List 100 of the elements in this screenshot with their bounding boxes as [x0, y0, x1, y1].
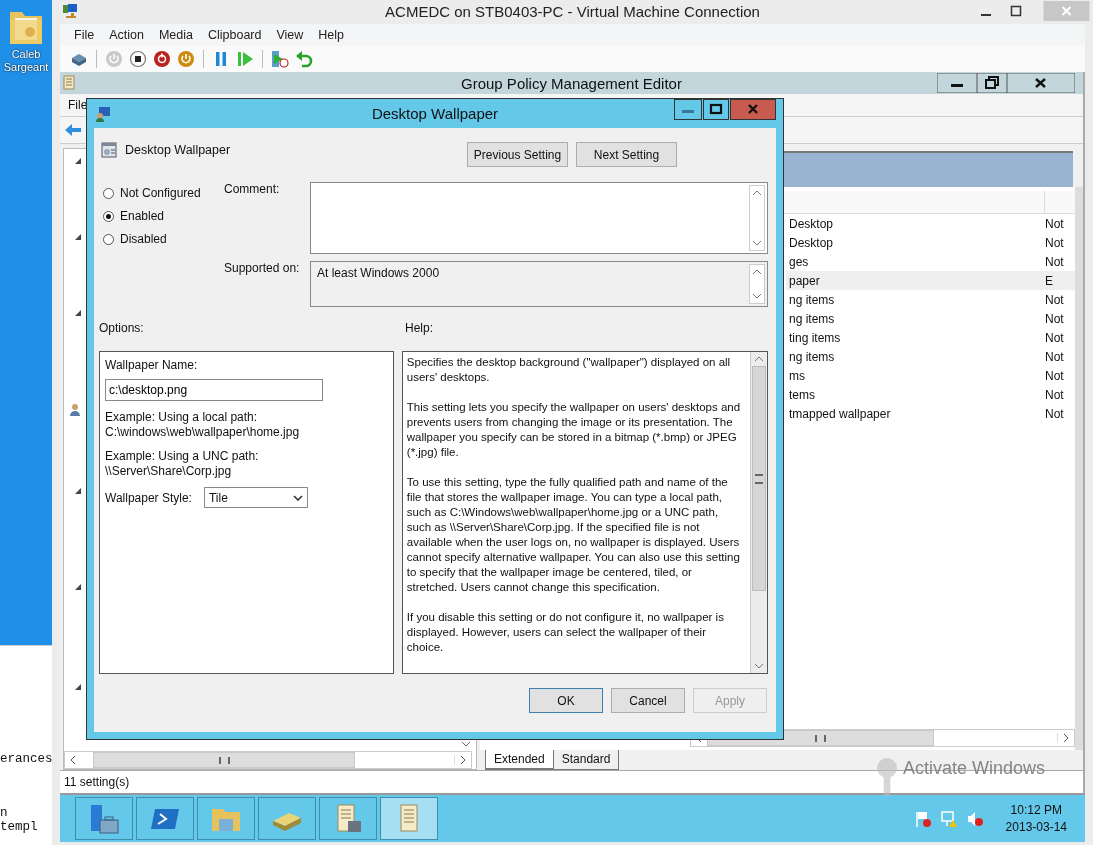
computer-user-icon: [95, 105, 111, 122]
status-text: 11 setting(s): [64, 775, 130, 789]
scroll-down-icon[interactable]: [461, 741, 471, 747]
back-arrow-icon[interactable]: [64, 123, 82, 137]
flag-icon[interactable]: [913, 809, 932, 828]
power-icon[interactable]: [177, 50, 195, 68]
field-label: Wallpaper Style:: [105, 490, 192, 505]
setting-row[interactable]: ng items Not: [786, 347, 1075, 366]
setting-name: paper: [788, 273, 821, 288]
taskbar-button[interactable]: [258, 797, 316, 840]
setting-name: ms: [788, 368, 806, 383]
radio-button[interactable]: [103, 187, 114, 199]
setting-row[interactable]: tems Not: [786, 385, 1075, 404]
setting-row[interactable]: ges Not: [786, 252, 1075, 271]
setting-name: tmapped wallpaper: [788, 406, 892, 421]
example-text: Example: Using a UNC path:: [105, 449, 260, 464]
help-paragraph: Specifies the desktop background ("wallpaper") displayed on all users' desktops.: [406, 355, 732, 385]
expander-icon[interactable]: [74, 683, 82, 691]
example-text: Example: Using a local path:: [105, 410, 259, 425]
setting-state: E: [1044, 273, 1054, 288]
example-text: C:\windows\web\wallpaper\home.jpg: [105, 425, 301, 440]
clock-time: 10:12 PM: [1010, 801, 1062, 819]
scroll-up-icon[interactable]: [752, 269, 762, 275]
setting-state: Not: [1044, 349, 1065, 364]
setting-state: Not: [1044, 254, 1065, 269]
scroll-up-icon[interactable]: [754, 356, 764, 362]
style-dropdown[interactable]: Tile: [203, 487, 308, 508]
clock[interactable]: 10:12 PM 2013-03-14: [1005, 801, 1067, 836]
setting-state: Not: [1044, 368, 1065, 383]
computer-icon: [62, 3, 78, 19]
menu-item[interactable]: File: [74, 28, 95, 42]
setting-state: Not: [1044, 292, 1065, 307]
background-text: n templ: [0, 806, 39, 834]
radio-button[interactable]: [103, 210, 114, 222]
expander-icon[interactable]: [74, 157, 82, 165]
menu-item[interactable]: Media: [158, 28, 193, 42]
menu-item[interactable]: File: [68, 98, 88, 112]
scrollbar-thumb[interactable]: [752, 366, 766, 591]
section-label: Help:: [405, 321, 433, 337]
scrollbar[interactable]: [64, 751, 472, 769]
setting-name: ng items: [788, 349, 836, 364]
nav-button[interactable]: Next Setting: [576, 142, 677, 167]
setting-name: tems: [788, 387, 816, 402]
view-tab[interactable]: Extended: [485, 750, 554, 770]
power-icon[interactable]: [153, 50, 171, 68]
scroll-down-icon[interactable]: [752, 293, 762, 299]
scroll-down-icon[interactable]: [752, 240, 762, 246]
restore-icon[interactable]: [977, 73, 1007, 93]
scrollbar[interactable]: [1075, 187, 1083, 750]
help-paragraph: This setting lets you specify the wallpaper on users' desktops and prevents users from changing the image or its presentation. The wallpaper you specify can be stored in a bitmap (*.bmp) or JPEG (*.jpg) file.: [406, 400, 742, 460]
scrollbar[interactable]: [750, 352, 767, 673]
radio-label[interactable]: Disabled: [120, 232, 167, 246]
scroll-up-icon[interactable]: [752, 190, 762, 196]
help-paragraph: To use this setting, type the fully qualified path and name of the file that stores the wallpaper image. You can type a local path, such as C:\Windows\web\wallpaper\home.jpg or a UNC path, such as \\Server\Share\Corp.jpg. If the specified file is not available when the user logs on, no wallpaper is displayed. Users cannot specify alternative wallpaper. You can also use this setting to specify that the wallpaper image be centered, tiled, or stretched. Users cannot change this specification.: [406, 475, 741, 595]
maximize-icon[interactable]: [1010, 5, 1022, 17]
nav-button[interactable]: Previous Setting: [467, 142, 568, 167]
radio-label[interactable]: Enabled: [120, 209, 165, 223]
settings-page-icon: [101, 142, 117, 158]
expander-icon[interactable]: [74, 487, 82, 495]
setting-row[interactable]: Desktop Not: [786, 214, 1075, 233]
setting-row[interactable]: ng items Not: [786, 309, 1075, 328]
wallpaper-name-field[interactable]: c:\desktop.png: [105, 379, 323, 401]
snapshot-icon[interactable]: [271, 50, 289, 68]
setting-state: Not: [1044, 216, 1065, 231]
expander-icon[interactable]: [74, 233, 82, 241]
minimize-icon[interactable]: [937, 73, 977, 93]
setting-title: Desktop Wallpaper: [125, 143, 231, 157]
comment-field[interactable]: [310, 182, 768, 254]
setting-row[interactable]: ms Not: [786, 366, 1075, 385]
expander-icon[interactable]: [74, 583, 82, 591]
setting-row[interactable]: Desktop Not: [786, 233, 1075, 252]
clock-date: 2013-03-14: [1005, 818, 1067, 836]
menu-item[interactable]: Action: [109, 28, 144, 42]
setting-row[interactable]: ng items Not: [786, 290, 1075, 309]
setting-name: ges: [788, 254, 810, 269]
maximize-icon[interactable]: [702, 99, 730, 120]
menu-item[interactable]: Help: [318, 28, 345, 42]
stop-icon[interactable]: [129, 50, 147, 68]
section-label: Options:: [99, 321, 145, 337]
taskbar-button[interactable]: [380, 797, 438, 840]
menu-item[interactable]: View: [276, 28, 304, 42]
setting-state: Not: [1044, 330, 1065, 345]
radio-label[interactable]: Not Configured: [120, 186, 201, 200]
expander-icon[interactable]: [74, 309, 82, 317]
undo-icon[interactable]: [295, 50, 313, 68]
background-text: erances: [0, 752, 53, 766]
menu-item[interactable]: Clipboard: [207, 28, 262, 42]
radio-button[interactable]: [103, 233, 114, 245]
taskbar-button[interactable]: [136, 797, 194, 840]
setting-row[interactable]: ting items Not: [786, 328, 1075, 347]
setting-row[interactable]: paper E: [786, 271, 1075, 290]
setting-row[interactable]: tmapped wallpaper Not: [786, 404, 1075, 423]
view-tab[interactable]: Standard: [552, 750, 620, 770]
scroll-down-icon[interactable]: [754, 663, 764, 669]
taskbar-button[interactable]: [319, 797, 377, 840]
dialog-button[interactable]: OK: [529, 688, 603, 713]
setting-state: Not: [1044, 406, 1065, 421]
minimize-icon[interactable]: [674, 99, 702, 120]
dialog-button[interactable]: Cancel: [611, 688, 685, 713]
setting-state: Not: [1044, 235, 1065, 250]
